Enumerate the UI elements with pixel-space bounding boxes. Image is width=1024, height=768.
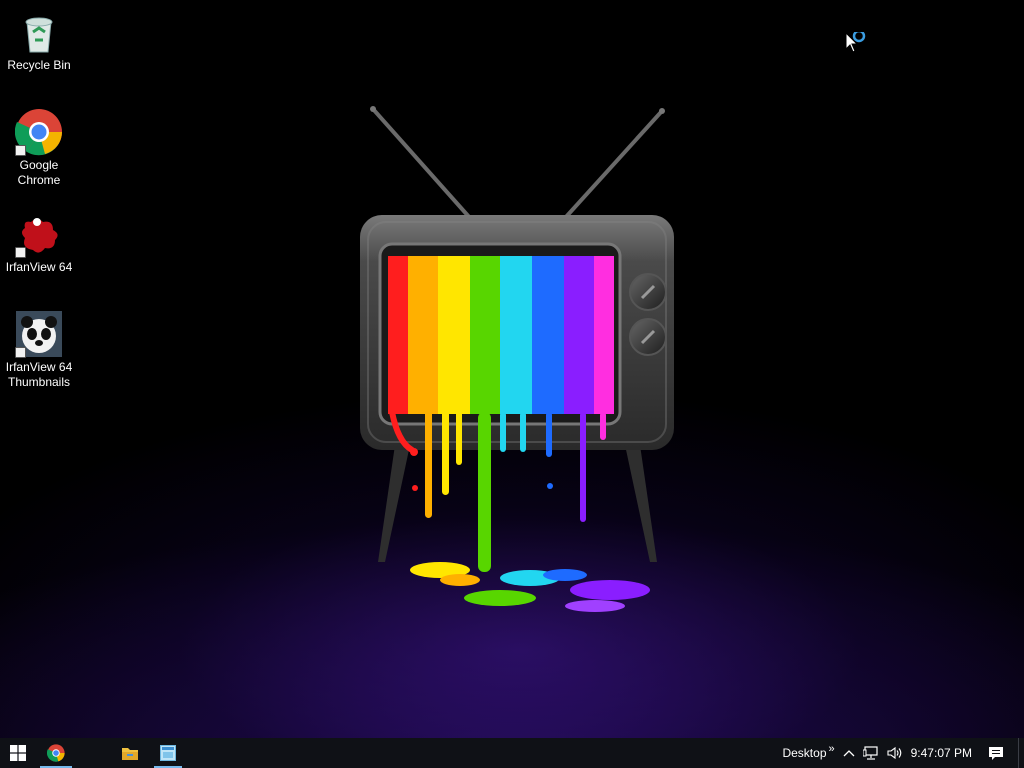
busy-cursor-icon — [845, 32, 866, 53]
recycle-bin-icon — [15, 8, 63, 56]
file-explorer-icon — [122, 748, 138, 760]
show-desktop-button[interactable] — [1018, 738, 1024, 768]
desktop-icon-irfanview-64[interactable]: IrfanView 64 — [2, 210, 76, 275]
taskbar-chrome-button[interactable] — [36, 738, 76, 768]
desktop-icon-recycle-bin[interactable]: Recycle Bin — [2, 8, 76, 73]
desktop[interactable]: Recycle Bin Google Chrome IrfanView 64 I… — [0, 0, 1024, 738]
network-icon — [862, 746, 878, 760]
desktop-icon-irfanview-64-thumbnails[interactable]: IrfanView 64 Thumbnails — [2, 310, 76, 390]
irfanview-icon — [15, 210, 63, 258]
shortcut-arrow-icon — [15, 247, 26, 258]
desktop-icon-label: IrfanView 64 Thumbnails — [5, 360, 73, 389]
irfanview-thumbnails-icon — [160, 745, 176, 761]
taskbar: Desktop » 9:47:07 PM — [0, 738, 1024, 768]
windows-logo-icon — [10, 745, 26, 761]
network-button[interactable] — [859, 738, 883, 768]
desktop-icon-label: Recycle Bin — [7, 58, 71, 72]
shortcut-arrow-icon — [15, 347, 26, 358]
desktop-icon-label: IrfanView 64 — [5, 260, 73, 274]
show-hidden-icons-button[interactable] — [839, 738, 859, 768]
action-center-icon — [989, 746, 1003, 760]
clock[interactable]: 9:47:07 PM — [907, 738, 976, 768]
irfanview-thumbnails-icon — [15, 310, 63, 358]
shortcut-arrow-icon — [15, 145, 26, 156]
wallpaper-tv-image — [360, 106, 674, 612]
desktop-icon-label: Google Chrome — [17, 158, 61, 187]
start-button[interactable] — [0, 738, 36, 768]
toolbar-chevron-icon: » — [828, 743, 835, 755]
taskbar-file-explorer-button[interactable] — [110, 738, 150, 768]
chrome-icon — [14, 108, 63, 156]
volume-icon — [887, 746, 901, 760]
action-center-button[interactable] — [976, 738, 1016, 768]
desktop-toolbar[interactable]: Desktop » — [778, 738, 838, 768]
chevron-up-icon — [843, 750, 855, 757]
clock-time: 9:47:07 PM — [910, 746, 972, 760]
volume-button[interactable] — [883, 738, 907, 768]
taskbar-irfanview-thumbnails-button[interactable] — [150, 738, 186, 768]
system-tray: Desktop » 9:47:07 PM — [778, 738, 1024, 768]
desktop-toolbar-label: Desktop — [782, 746, 827, 760]
desktop-icon-google-chrome[interactable]: Google Chrome — [2, 108, 76, 188]
chrome-icon — [47, 744, 65, 762]
